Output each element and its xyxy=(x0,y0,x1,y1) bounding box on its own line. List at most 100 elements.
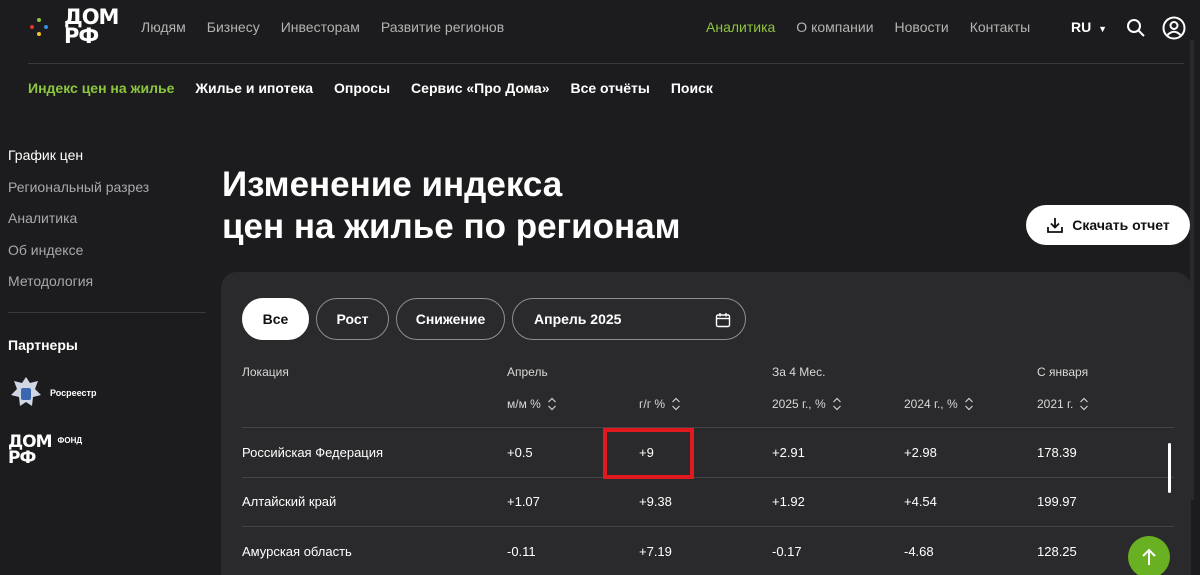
header-since-january: С января xyxy=(1037,365,1089,379)
download-icon xyxy=(1047,218,1064,233)
cell-location: Алтайский край xyxy=(242,494,337,509)
partner-fund-name: ФОНД xyxy=(57,436,83,445)
partner-rosreestr[interactable]: Росреестр xyxy=(8,373,96,413)
cell-2025: +1.92 xyxy=(772,494,805,509)
sort-icon xyxy=(672,397,681,411)
sub-nav: Индекс цен на жилье Жилье и ипотека Опро… xyxy=(28,80,713,96)
filter-growth-button[interactable]: Рост xyxy=(316,298,389,340)
cell-location: Амурская область xyxy=(242,544,352,559)
nav-analytics[interactable]: Аналитика xyxy=(706,19,775,35)
main-nav: Людям Бизнесу Инвесторам Развитие регион… xyxy=(141,19,504,35)
header-2021-label: 2021 г. xyxy=(1037,397,1074,411)
page-title: Изменение индекса цен на жилье по регион… xyxy=(222,164,822,248)
nav-business[interactable]: Бизнесу xyxy=(207,19,260,35)
cell-yy: +7.19 xyxy=(639,544,672,559)
sidebar-divider xyxy=(8,312,206,313)
header-four-months: За 4 Мес. xyxy=(772,365,826,379)
sort-2021-header[interactable]: 2021 г. xyxy=(1037,397,1089,411)
rosreestr-emblem-icon xyxy=(11,377,41,406)
cell-location: Российская Федерация xyxy=(242,445,384,460)
sort-2024-header[interactable]: 2024 г., % xyxy=(904,397,974,411)
cell-mm: +1.07 xyxy=(507,494,540,509)
secondary-nav: Аналитика О компании Новости Контакты xyxy=(706,19,1030,35)
sort-icon xyxy=(832,397,841,411)
scroll-to-top-button[interactable] xyxy=(1128,536,1170,575)
header-location: Локация xyxy=(242,365,289,379)
header-2025-label: 2025 г., % xyxy=(772,397,826,411)
sidebar-item-price-chart[interactable]: График цен xyxy=(8,147,208,179)
subnav-price-index[interactable]: Индекс цен на жилье xyxy=(28,80,174,96)
sort-mm-header[interactable]: м/м % xyxy=(507,397,557,411)
sort-icon xyxy=(964,397,973,411)
language-label: RU xyxy=(1071,19,1092,35)
header-april: Апрель xyxy=(507,365,548,379)
cell-2024: +4.54 xyxy=(904,494,937,509)
cell-2021: 199.97 xyxy=(1037,494,1077,509)
header-2024-label: 2024 г., % xyxy=(904,397,958,411)
chevron-down-icon: ▼ xyxy=(1098,24,1108,34)
domrf-logo[interactable]: ДОМ РФ xyxy=(64,7,119,48)
cell-2021: 128.25 xyxy=(1037,544,1077,559)
subnav-surveys[interactable]: Опросы xyxy=(334,80,390,96)
sort-icon xyxy=(1080,397,1089,411)
table-divider xyxy=(242,526,1174,527)
sidebar: График цен Региональный разрез Аналитика… xyxy=(8,147,208,305)
partner2-mark-line2: РФ xyxy=(8,448,36,468)
sidebar-item-regional[interactable]: Региональный разрез xyxy=(8,179,208,211)
nav-people[interactable]: Людям xyxy=(141,19,186,35)
header-yy-label: г/г % xyxy=(639,397,666,411)
nav-regions[interactable]: Развитие регионов xyxy=(381,19,504,35)
cell-mm: -0.11 xyxy=(507,544,536,559)
download-report-label: Скачать отчет xyxy=(1072,217,1170,233)
partner-domrf-fund[interactable]: ДОМ РФ ФОНД xyxy=(8,434,83,468)
period-value: Апрель 2025 xyxy=(534,311,622,327)
nav-contacts[interactable]: Контакты xyxy=(970,19,1030,35)
language-selector[interactable]: RU ▼ xyxy=(1071,19,1107,35)
logo-line2: РФ xyxy=(64,24,99,48)
nav-about[interactable]: О компании xyxy=(796,19,873,35)
partners-title: Партнеры xyxy=(8,337,78,353)
download-report-button[interactable]: Скачать отчет xyxy=(1026,205,1190,245)
subnav-all-reports[interactable]: Все отчёты xyxy=(570,80,649,96)
period-picker[interactable]: Апрель 2025 xyxy=(512,298,746,340)
user-icon[interactable] xyxy=(1162,16,1186,40)
search-icon[interactable] xyxy=(1126,18,1146,38)
header-mm-label: м/м % xyxy=(507,397,541,411)
page-title-line2: цен на жилье по регионам xyxy=(222,207,681,246)
table-divider xyxy=(242,427,1174,428)
arrow-up-icon xyxy=(1142,548,1156,565)
header-divider xyxy=(28,63,1184,64)
filter-decline-button[interactable]: Снижение xyxy=(396,298,505,340)
cell-2025: +2.91 xyxy=(772,445,805,460)
filter-all-button[interactable]: Все xyxy=(242,298,309,340)
filter-all-label: Все xyxy=(262,311,289,327)
cell-2024: +2.98 xyxy=(904,445,937,460)
subnav-pro-doma[interactable]: Сервис «Про Дома» xyxy=(411,80,549,96)
nav-news[interactable]: Новости xyxy=(895,19,949,35)
sort-yy-header[interactable]: г/г % xyxy=(639,397,681,411)
cell-2025: -0.17 xyxy=(772,544,802,559)
nav-investors[interactable]: Инвесторам xyxy=(281,19,360,35)
cell-2021: 178.39 xyxy=(1037,445,1077,460)
sidebar-item-methodology[interactable]: Методология xyxy=(8,273,208,305)
sort-2025-header[interactable]: 2025 г., % xyxy=(772,397,842,411)
top-bar: ДОМ РФ Людям Бизнесу Инвесторам Развитие… xyxy=(0,0,1200,64)
calendar-icon[interactable] xyxy=(715,312,731,328)
cell-2024: -4.68 xyxy=(904,544,934,559)
sidebar-item-about-index[interactable]: Об индексе xyxy=(8,242,208,274)
subnav-search[interactable]: Поиск xyxy=(671,80,713,96)
cell-mm: +0.5 xyxy=(507,445,533,460)
highlight-annotation xyxy=(603,428,694,479)
domrf-fund-logo: ДОМ РФ xyxy=(8,434,53,468)
table-divider xyxy=(242,477,1174,478)
sort-icon xyxy=(547,397,556,411)
page-title-line1: Изменение индекса xyxy=(222,165,563,204)
dots-logo-icon[interactable] xyxy=(30,18,48,36)
partner-rosreestr-name: Росреестр xyxy=(50,388,97,398)
subnav-housing-mortgage[interactable]: Жилье и ипотека xyxy=(195,80,313,96)
filter-decline-label: Снижение xyxy=(415,311,486,327)
table-scrollbar[interactable] xyxy=(1168,443,1171,493)
cell-yy: +9.38 xyxy=(639,494,672,509)
sidebar-item-analytics[interactable]: Аналитика xyxy=(8,210,208,242)
filter-growth-label: Рост xyxy=(336,311,369,327)
